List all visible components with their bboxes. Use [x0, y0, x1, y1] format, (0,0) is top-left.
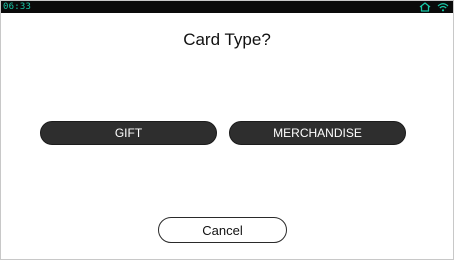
gift-button[interactable]: GIFT — [40, 121, 217, 145]
page-title: Card Type? — [183, 30, 271, 49]
cancel-button[interactable]: Cancel — [158, 217, 287, 243]
status-icons — [419, 2, 449, 12]
card-type-screen: 06:33 Card Type? GIFT MERCHANDISE Cancel — [0, 0, 454, 260]
status-bar: 06:33 — [1, 1, 453, 13]
merchandise-button-label: MERCHANDISE — [273, 126, 362, 140]
cancel-button-label: Cancel — [202, 222, 243, 238]
home-icon — [419, 2, 431, 12]
wifi-icon — [437, 2, 449, 12]
gift-button-label: GIFT — [114, 126, 143, 140]
merchandise-button[interactable]: MERCHANDISE — [229, 121, 406, 145]
status-time: 06:33 — [3, 2, 32, 12]
